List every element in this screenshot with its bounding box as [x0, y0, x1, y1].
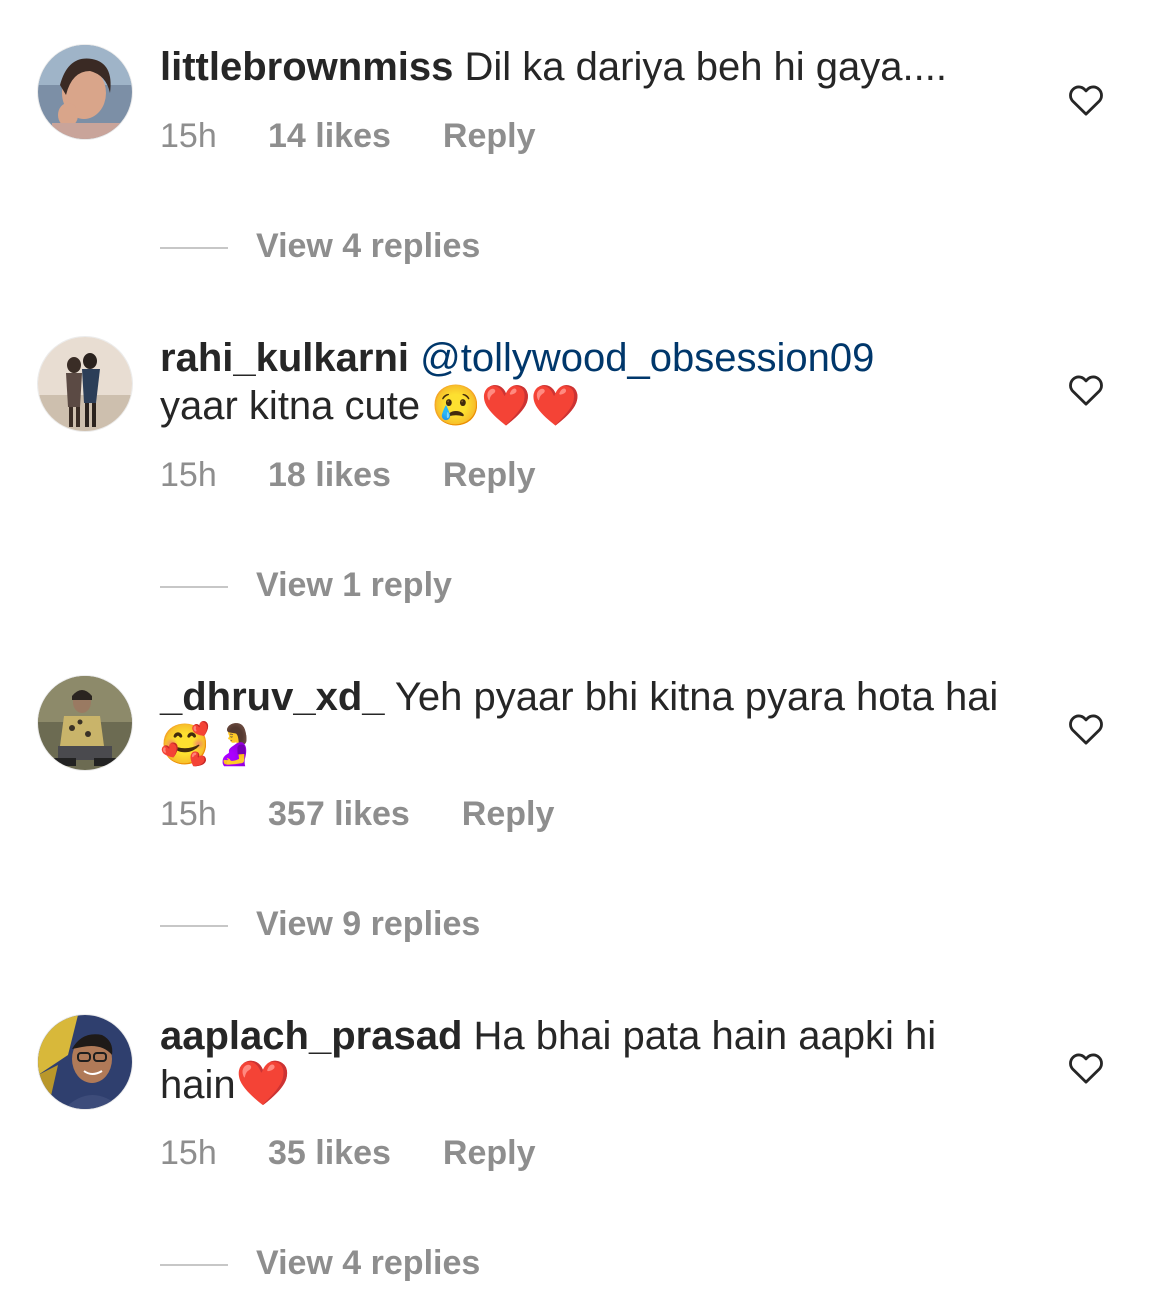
comment-text: _dhruv_xd_ Yeh pyaar bhi kitna pyara hot…: [160, 673, 1020, 769]
replies-divider-line: [160, 925, 228, 928]
comment-body: yaar kitna cute: [160, 384, 421, 428]
replies-divider-line: [160, 1264, 228, 1267]
heart-outline-icon[interactable]: [1066, 80, 1106, 120]
couple-beach-avatar[interactable]: [38, 337, 132, 431]
view-replies-label: View 4 replies: [256, 227, 481, 265]
comment-emojis: ❤️: [235, 1059, 291, 1108]
replies-divider-line: [160, 586, 228, 589]
view-replies-button[interactable]: View 9 replies: [160, 900, 480, 948]
comment-time: 15h: [160, 1134, 217, 1172]
comment-time: 15h: [160, 117, 217, 155]
comment-text: rahi_kulkarni @tollywood_obsession09 yaa…: [160, 334, 1020, 430]
comment-meta: 15h 357 likes Reply: [160, 790, 554, 838]
heart-outline-icon[interactable]: [1066, 1048, 1106, 1088]
comment-time: 15h: [160, 456, 217, 494]
heart-outline-icon[interactable]: [1066, 709, 1106, 749]
comment-username[interactable]: littlebrownmiss: [160, 45, 453, 89]
comment-emojis: 🥰🤰: [160, 723, 260, 767]
view-replies-button[interactable]: View 1 reply: [160, 561, 452, 609]
comment-text: aaplach_prasad Ha bhai pata hain aapki h…: [160, 1012, 1020, 1109]
man-sitting-avatar[interactable]: [38, 676, 132, 770]
man-glasses-avatar[interactable]: [38, 1015, 132, 1109]
comment-mention-link[interactable]: @tollywood_obsession09: [420, 336, 874, 380]
view-replies-label: View 9 replies: [256, 905, 481, 943]
comment-time: 15h: [160, 795, 217, 833]
comment-username[interactable]: _dhruv_xd_: [160, 675, 385, 719]
reply-button[interactable]: Reply: [443, 112, 536, 160]
comment-meta: 15h 35 likes Reply: [160, 1129, 535, 1177]
view-replies-label: View 1 reply: [256, 566, 452, 604]
comment-username[interactable]: aaplach_prasad: [160, 1014, 462, 1058]
replies-divider-line: [160, 247, 228, 250]
comment-likes[interactable]: 18 likes: [268, 451, 391, 499]
comment-meta: 15h 18 likes Reply: [160, 451, 535, 499]
comment-emojis: 😢❤️❤️: [431, 384, 581, 428]
reply-button[interactable]: Reply: [443, 451, 536, 499]
reply-button[interactable]: Reply: [462, 790, 555, 838]
reply-button[interactable]: Reply: [443, 1129, 536, 1177]
view-replies-label: View 4 replies: [256, 1244, 481, 1282]
view-replies-button[interactable]: View 4 replies: [160, 1239, 480, 1287]
comment-body: Dil ka dariya beh hi gaya....: [464, 45, 947, 89]
comment-text: littlebrownmiss Dil ka dariya beh hi gay…: [160, 43, 1020, 91]
comment-body: Yeh pyaar bhi kitna pyara hota hai: [394, 675, 999, 719]
comment-meta: 15h 14 likes Reply: [160, 112, 535, 160]
comment-likes[interactable]: 357 likes: [268, 790, 410, 838]
comment-likes[interactable]: 35 likes: [268, 1129, 391, 1177]
woman-portrait-avatar[interactable]: [38, 45, 132, 139]
view-replies-button[interactable]: View 4 replies: [160, 222, 480, 270]
heart-outline-icon[interactable]: [1066, 370, 1106, 410]
comment-username[interactable]: rahi_kulkarni: [160, 336, 409, 380]
comment-likes[interactable]: 14 likes: [268, 112, 391, 160]
